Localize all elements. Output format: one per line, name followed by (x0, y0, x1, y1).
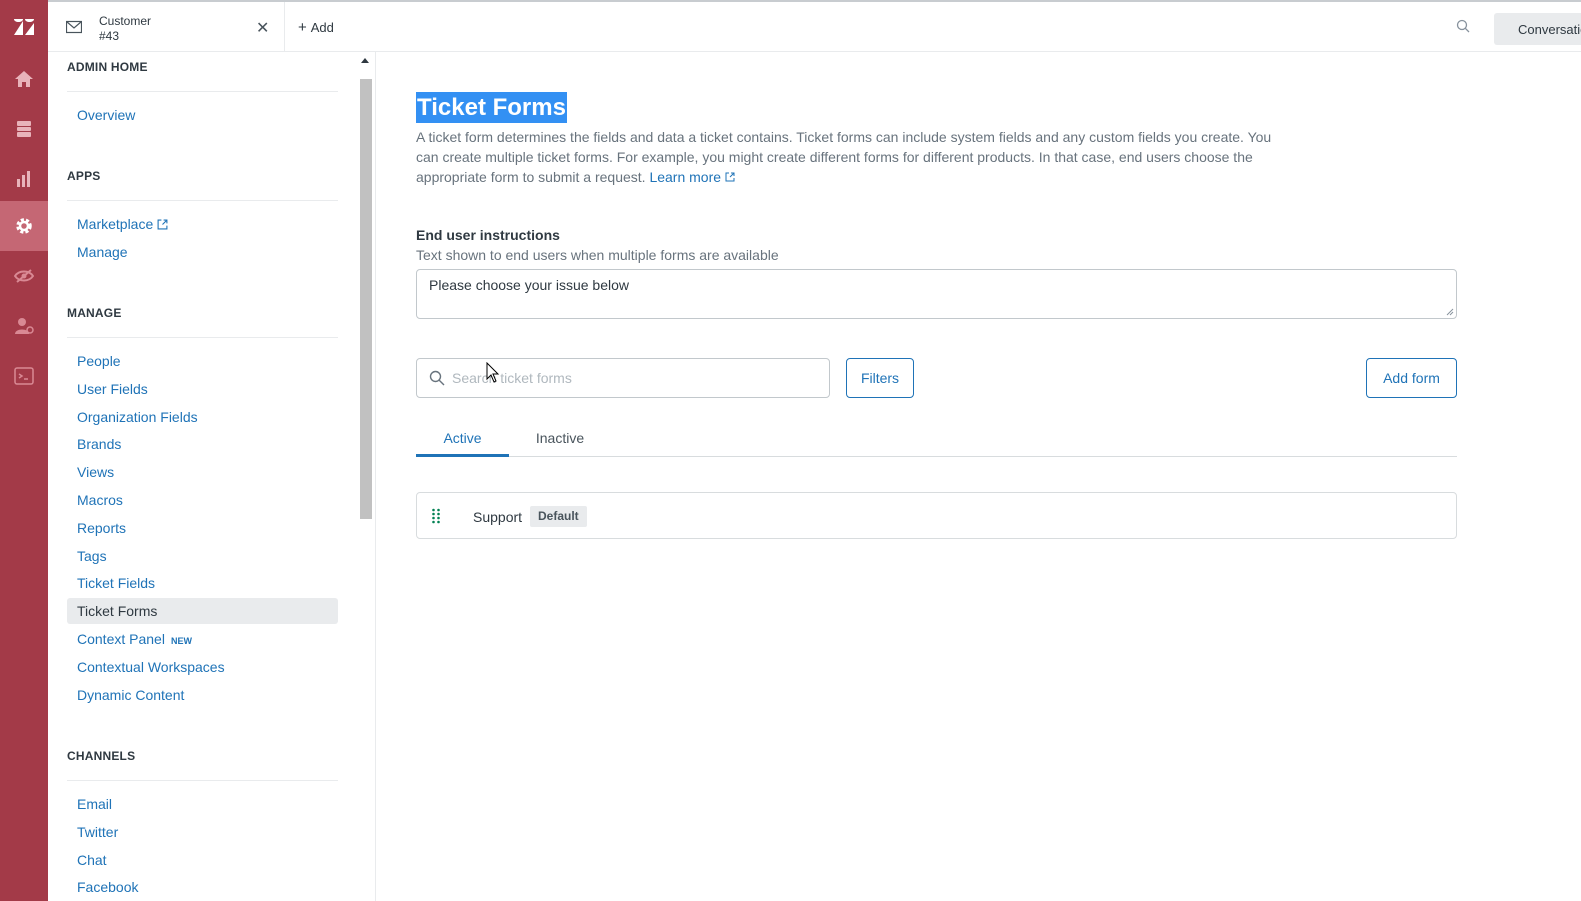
views-icon[interactable] (0, 104, 48, 154)
default-badge: Default (530, 506, 587, 527)
reporting-icon[interactable] (0, 154, 48, 204)
sidebar-item-marketplace[interactable]: Marketplace (67, 211, 338, 237)
external-link-icon (153, 216, 168, 232)
instructions-hint: Text shown to end users when multiple fo… (416, 247, 779, 263)
add-button-label: Add (310, 20, 334, 35)
external-link-icon (725, 172, 735, 182)
sidebar-item-label: User Fields (77, 381, 148, 397)
terminal-icon[interactable] (0, 351, 48, 401)
sidebar-section-title: MANAGE (67, 306, 122, 320)
search-icon[interactable] (1456, 19, 1470, 36)
page-description: A ticket form determines the fields and … (416, 127, 1276, 187)
sidebar-item-manage[interactable]: Manage (67, 239, 338, 265)
sidebar-divider (67, 200, 338, 201)
instructions-label: End user instructions (416, 227, 560, 243)
drag-handle-icon[interactable] (431, 508, 441, 524)
sidebar-item-label: Marketplace (77, 216, 154, 232)
sidebar-item-label: Macros (77, 492, 123, 508)
sidebar-item-people[interactable]: People (67, 348, 338, 374)
instructions-textarea[interactable]: Please choose your issue below (416, 269, 1457, 319)
user-settings-icon[interactable] (0, 301, 48, 351)
close-icon[interactable]: ✕ (256, 18, 269, 38)
sidebar-item-label: People (77, 353, 121, 369)
sidebar-section-title: ADMIN HOME (67, 60, 148, 74)
status-tabs: Active Inactive (416, 418, 1457, 457)
sidebar-item-user-fields[interactable]: User Fields (67, 376, 338, 402)
form-name: Support (473, 509, 523, 525)
sidebar-item-label: Facebook (77, 879, 139, 895)
sidebar-item-overview[interactable]: Overview (67, 102, 338, 128)
mail-icon (65, 20, 83, 37)
tab-inactive[interactable]: Inactive (526, 418, 594, 457)
sidebar-item-label: Context Panel (77, 631, 165, 647)
tab-active[interactable]: Active (416, 418, 509, 457)
sidebar-item-label: Ticket Forms (77, 603, 158, 619)
sidebar-item-label: Chat (77, 852, 107, 868)
sidebar-divider (67, 91, 338, 92)
sidebar-item-label: Organization Fields (77, 409, 198, 425)
sidebar-item-label: Dynamic Content (77, 687, 185, 703)
plus-icon: + (298, 19, 307, 36)
sidebar-item-label: Email (77, 796, 113, 812)
sidebar-item-facebook[interactable]: Facebook (67, 874, 338, 900)
mouse-cursor-icon (486, 362, 500, 383)
sidebar-item-ticket-forms[interactable]: Ticket Forms (67, 598, 338, 624)
sidebar-divider (67, 780, 338, 781)
sidebar-item-label: Reports (77, 520, 127, 536)
sidebar-item-email[interactable]: Email (67, 791, 338, 817)
description-text: A ticket form determines the fields and … (416, 129, 1272, 185)
sidebar-item-context-panel[interactable]: Context Panel NEW (67, 626, 338, 652)
main-content: Ticket Forms A ticket form determines th… (376, 52, 1581, 901)
scroll-up-arrow-icon[interactable] (361, 58, 369, 63)
sidebar-item-label: Ticket Fields (77, 575, 156, 591)
resize-grip-icon[interactable] (1446, 308, 1454, 316)
sidebar-section-title: APPS (67, 169, 101, 183)
sidebar-item-brands[interactable]: Brands (67, 431, 338, 457)
sidebar-item-label: Contextual Workspaces (77, 659, 225, 675)
search-forms-field[interactable] (416, 358, 830, 398)
top-bar: Customer #43 ✕ +Add Conversations (48, 0, 1581, 52)
ticket-tab-title: Customer (99, 14, 152, 28)
sidebar-divider (67, 337, 338, 338)
sidebar-item-twitter[interactable]: Twitter (67, 819, 338, 845)
sidebar-item-label: Manage (77, 244, 128, 260)
search-icon (429, 370, 445, 386)
sidebar-item-reports[interactable]: Reports (67, 515, 338, 541)
ticket-tab[interactable]: Customer #43 ✕ (48, 2, 285, 52)
sidebar-item-macros[interactable]: Macros (67, 487, 338, 513)
sidebar-item-organization-fields[interactable]: Organization Fields (67, 404, 338, 430)
sidebar-item-contextual-workspaces[interactable]: Contextual Workspaces (67, 654, 338, 680)
sidebar-item-views[interactable]: Views (67, 459, 338, 485)
learn-more-link[interactable]: Learn more (649, 169, 735, 185)
sidebar-item-chat[interactable]: Chat (67, 847, 338, 873)
filters-button[interactable]: Filters (846, 358, 914, 398)
search-forms-input[interactable] (452, 368, 812, 388)
admin-gear-icon[interactable] (0, 201, 48, 251)
sidebar-item-dynamic-content[interactable]: Dynamic Content (67, 682, 338, 708)
logo-icon[interactable] (0, 0, 48, 54)
sidebar-section-title: CHANNELS (67, 749, 136, 763)
conversations-button[interactable]: Conversations (1494, 13, 1581, 45)
sidebar-item-label: Brands (77, 436, 122, 452)
scrollbar-thumb[interactable] (360, 79, 372, 519)
page-title: Ticket Forms (416, 92, 567, 123)
add-form-button[interactable]: Add form (1366, 358, 1457, 398)
add-button[interactable]: + Add (298, 19, 334, 36)
product-rail (0, 0, 48, 901)
sidebar-item-label: Tags (77, 548, 107, 564)
sidebar-item-label: Views (77, 464, 115, 480)
sidebar-item-label: Twitter (77, 824, 119, 840)
instructions-value: Please choose your issue below (429, 277, 630, 293)
sidebar-item-label: Overview (77, 107, 136, 123)
sidebar-scrollbar[interactable] (359, 52, 372, 901)
ticket-tab-number: #43 (99, 29, 120, 43)
home-icon[interactable] (0, 54, 48, 104)
sidebar-item-tags[interactable]: Tags (67, 543, 338, 569)
new-badge: NEW (170, 636, 192, 646)
hidden-eye-icon[interactable] (0, 251, 48, 301)
sidebar-item-ticket-fields[interactable]: Ticket Fields (67, 570, 338, 596)
ticket-form-row[interactable]: Support Default (416, 492, 1457, 539)
